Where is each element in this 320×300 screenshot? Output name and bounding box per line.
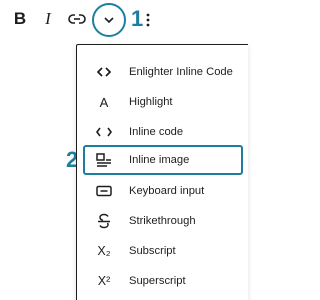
link-button[interactable]: [64, 6, 90, 32]
bold-button[interactable]: B: [7, 6, 33, 32]
menu-item-enlighter-inline-code[interactable]: Enlighter Inline Code: [85, 57, 245, 87]
options-button[interactable]: [142, 7, 154, 33]
menu-item-keyboard-input[interactable]: Keyboard input: [85, 176, 245, 206]
menu-item-highlight[interactable]: A Highlight: [85, 87, 245, 117]
menu-item-label: Keyboard input: [129, 185, 205, 197]
menu-item-label: Highlight: [129, 96, 173, 108]
inline-image-icon: [91, 150, 117, 170]
menu-item-label: Inline image: [129, 154, 190, 166]
menu-item-label: Strikethrough: [129, 215, 196, 227]
superscript-icon: X²: [97, 274, 111, 288]
strikethrough-icon: [91, 211, 117, 231]
menu-item-label: Enlighter Inline Code: [129, 66, 233, 78]
inline-code-icon: [91, 122, 117, 142]
code-brackets-icon: [91, 62, 117, 82]
menu-item-strikethrough[interactable]: Strikethrough: [85, 206, 245, 236]
formatting-toolbar: B I 1: [0, 0, 242, 40]
italic-button[interactable]: I: [36, 6, 60, 32]
menu-item-inline-code[interactable]: Inline code: [85, 117, 245, 147]
menu-item-label: Superscript: [129, 275, 186, 287]
menu-item-superscript[interactable]: X² Superscript: [85, 266, 245, 296]
subscript-icon: X₂: [97, 244, 111, 258]
more-vertical-icon: [146, 13, 150, 27]
more-rich-text-controls-button[interactable]: [92, 3, 126, 37]
editor-root: B I 1 2 Enlighter Inline Code A Highligh…: [0, 0, 248, 300]
menu-item-label: Subscript: [129, 245, 176, 257]
highlight-a-icon: A: [99, 94, 109, 110]
menu-item-inline-image[interactable]: Inline image: [83, 145, 243, 175]
menu-item-label: Inline code: [129, 126, 184, 138]
chevron-down-icon: [104, 17, 114, 24]
link-icon: [68, 14, 86, 24]
rich-text-dropdown-menu: Enlighter Inline Code A Highlight Inline…: [76, 44, 248, 300]
keyboard-icon: [91, 181, 117, 201]
menu-item-subscript[interactable]: X₂ Subscript: [85, 236, 245, 266]
